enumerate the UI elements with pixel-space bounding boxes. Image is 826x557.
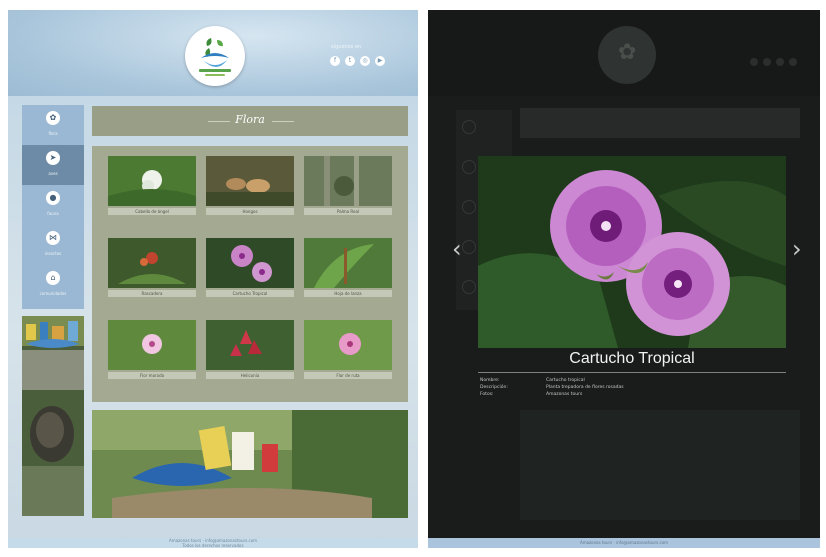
sidebar-item-aves[interactable]: ➤ aves <box>22 145 84 185</box>
bird-icon <box>462 160 476 174</box>
butterfly-icon <box>462 240 476 254</box>
footer-line: Todos los derechos reservados <box>182 543 244 548</box>
thumbnail-image[interactable] <box>206 156 294 206</box>
thumbnail-caption[interactable]: Flor de ruta <box>304 372 392 379</box>
footer-line: Amazonas tours · info@amazonastours.com <box>579 540 669 545</box>
next-arrow-icon[interactable]: › <box>792 235 802 263</box>
dimmed-header: ✿ <box>428 10 820 96</box>
sidebar-item-label: fauna <box>47 211 59 216</box>
youtube-icon <box>789 58 797 66</box>
title-divider-right <box>272 121 294 122</box>
page-title: Flora <box>235 113 265 126</box>
thumbnail-image[interactable] <box>304 238 392 288</box>
thumbnail-image[interactable] <box>108 156 196 206</box>
instagram-icon <box>776 58 784 66</box>
detail-value: Amazonas tours <box>546 392 583 397</box>
sidebar-item-label: insectos <box>44 251 62 256</box>
thumbnail-image[interactable] <box>304 156 392 206</box>
detail-label: Nombre: <box>480 378 500 383</box>
featured-banner-photo <box>92 410 408 518</box>
gallery-page: síguenos en f t ◎ ▶ ✿ flora ➤ aves ● fau… <box>8 10 418 548</box>
twitter-icon[interactable]: t <box>345 56 355 66</box>
site-header: síguenos en f t ◎ ▶ <box>8 10 418 96</box>
craft-display-photo <box>92 410 408 518</box>
sidebar-item-insectos[interactable]: ⋈ insectos <box>22 225 84 265</box>
sidebar-item-label: flora <box>48 131 58 136</box>
detail-value: Cartucho tropical <box>546 378 585 383</box>
side-banner-photo <box>22 316 84 516</box>
thumbnail-image[interactable] <box>108 238 196 288</box>
thumbnail-image[interactable] <box>108 320 196 370</box>
house-icon <box>462 280 476 294</box>
thumbnail-caption[interactable]: Cabello de ángel <box>108 208 196 215</box>
prev-arrow-icon[interactable]: ‹ <box>452 235 462 263</box>
twitter-icon <box>763 58 771 66</box>
facebook-icon <box>750 58 758 66</box>
facebook-icon[interactable]: f <box>330 56 340 66</box>
bird-icon: ➤ <box>46 151 60 165</box>
thumbnail-image[interactable] <box>206 320 294 370</box>
flora-thumbnail-grid: Cabello de ángel Hongos Palma Real Rasca… <box>92 146 408 402</box>
thumbnail-caption[interactable]: Flor morada <box>108 372 196 379</box>
lightbox-title: Cartucho Tropical <box>569 350 695 367</box>
detail-row-photos: Fotos: Amazonas tours <box>480 392 582 397</box>
dimmed-banner <box>520 410 800 520</box>
leaf-logo-icon: ✿ <box>618 40 637 65</box>
cartucho-flower-photo <box>478 156 786 348</box>
lightbox-image <box>478 156 786 348</box>
thumbnail-caption[interactable]: Hoja de lanza <box>304 290 392 297</box>
detail-label: Descripción: <box>480 385 508 390</box>
sidebar-item-label: aves <box>48 171 58 176</box>
leaf-logo-icon <box>199 38 231 76</box>
sidebar-item-fauna[interactable]: ● fauna <box>22 185 84 225</box>
detail-value: Planta trepadora de flores rosadas <box>546 385 624 390</box>
thumbnail-caption[interactable]: Heliconia <box>206 372 294 379</box>
social-label: síguenos en <box>331 44 362 50</box>
thumbnail-caption[interactable]: Rascadera <box>108 290 196 297</box>
caption-divider <box>478 372 786 373</box>
thumbnail-caption[interactable]: Palma Real <box>304 208 392 215</box>
flower-icon: ✿ <box>46 111 60 125</box>
lightbox-page: ✿ ‹ › Cartucho Tropical Nombre: Cartucho… <box>428 10 820 548</box>
frog-icon: ● <box>46 191 60 205</box>
thumbnail-image[interactable] <box>304 320 392 370</box>
thumbnail-caption[interactable]: Cartucho Tropical <box>206 290 294 297</box>
dimmed-title-bar <box>520 108 800 138</box>
sidebar-item-flora[interactable]: ✿ flora <box>22 105 84 145</box>
nest-photo <box>22 316 84 516</box>
detail-row-description: Descripción: Planta trepadora de flores r… <box>480 385 624 390</box>
thumbnail-image[interactable] <box>206 238 294 288</box>
detail-label: Fotos: <box>480 392 494 397</box>
butterfly-icon: ⋈ <box>46 231 60 245</box>
page-footer: Amazonas tours · info@amazonastours.com <box>428 538 820 548</box>
house-icon: ⌂ <box>46 271 60 285</box>
detail-row-name: Nombre: Cartucho tropical <box>480 378 585 383</box>
youtube-icon[interactable]: ▶ <box>375 56 385 66</box>
dimmed-social-icons <box>750 58 797 66</box>
thumbnail-caption[interactable]: Hongos <box>206 208 294 215</box>
site-logo[interactable] <box>185 26 245 86</box>
social-icon-group: f t ◎ ▶ <box>330 56 385 66</box>
instagram-icon[interactable]: ◎ <box>360 56 370 66</box>
dimmed-logo: ✿ <box>598 26 656 84</box>
sidebar-item-comunidades[interactable]: ⌂ comunidades <box>22 265 84 305</box>
flower-icon <box>462 120 476 134</box>
sidebar-item-label: comunidades <box>39 291 67 296</box>
section-title-bar: Flora <box>92 106 408 136</box>
category-sidebar: ✿ flora ➤ aves ● fauna ⋈ insectos ⌂ comu… <box>22 105 84 309</box>
page-footer: Amazonas tours · info@amazonastours.com … <box>8 538 418 548</box>
frog-icon <box>462 200 476 214</box>
